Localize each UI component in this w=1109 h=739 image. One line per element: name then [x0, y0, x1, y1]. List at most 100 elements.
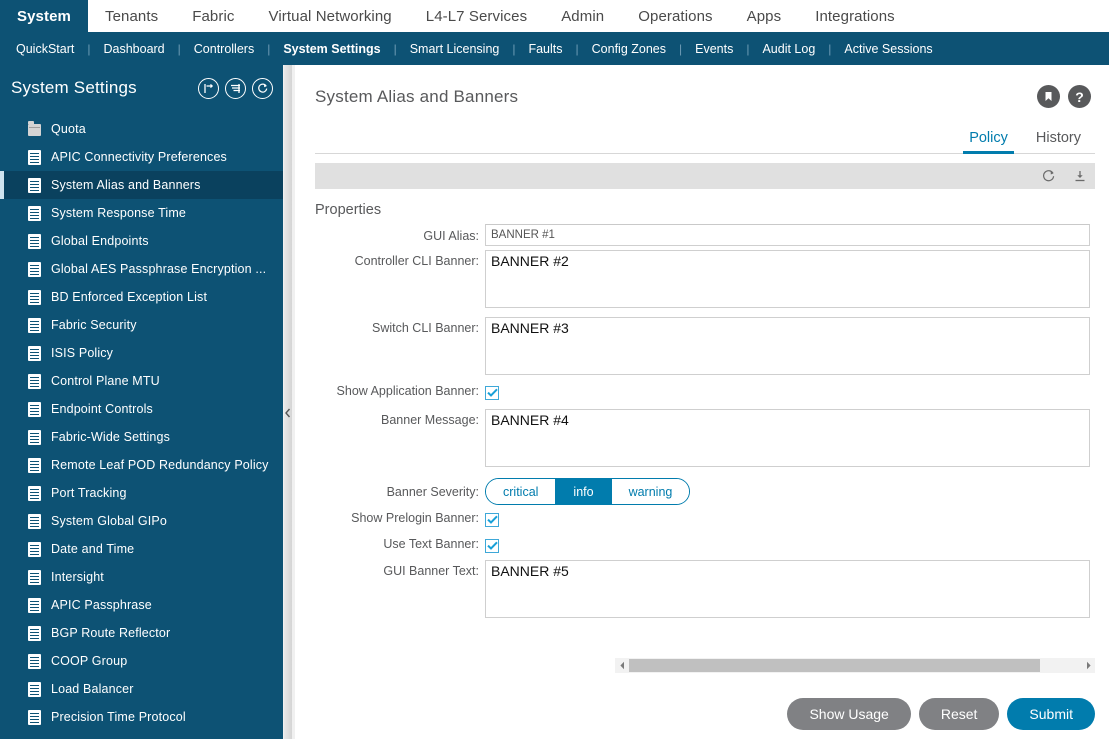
form-row-show-prelogin-banner: Show Prelogin Banner:: [315, 511, 1109, 529]
splitter-collapse-handle-icon[interactable]: [284, 406, 292, 420]
sidebar-item-global-endpoints[interactable]: Global Endpoints: [0, 227, 283, 255]
sidebar-item-apic-passphrase[interactable]: APIC Passphrase: [0, 591, 283, 619]
subnav-item-faults[interactable]: Faults: [526, 42, 564, 56]
show-usage-button[interactable]: Show Usage: [787, 698, 911, 730]
subnav-item-active-sessions[interactable]: Active Sessions: [842, 42, 934, 56]
sidebar-item-endpoint-controls[interactable]: Endpoint Controls: [0, 395, 283, 423]
sidebar-item-system-global-gipo[interactable]: System Global GIPo: [0, 507, 283, 535]
document-icon: [28, 205, 41, 221]
sidebar-item-label: Quota: [51, 122, 86, 136]
subnav-item-events[interactable]: Events: [693, 42, 735, 56]
sidebar-item-intersight[interactable]: Intersight: [0, 563, 283, 591]
topnav-item-l4-l7-services[interactable]: L4-L7 Services: [409, 0, 544, 32]
document-icon: [28, 429, 41, 445]
severity-option-warning[interactable]: warning: [611, 479, 690, 504]
sidebar-item-isis-policy[interactable]: ISIS Policy: [0, 339, 283, 367]
subnav-item-controllers[interactable]: Controllers: [192, 42, 256, 56]
sidebar-item-precision-time-protocol[interactable]: Precision Time Protocol: [0, 703, 283, 731]
document-icon: [28, 345, 41, 361]
sidebar-item-date-and-time[interactable]: Date and Time: [0, 535, 283, 563]
tab-policy[interactable]: Policy: [955, 130, 1022, 154]
show-prelogin-banner-checkbox[interactable]: [485, 512, 499, 527]
topnav-item-operations[interactable]: Operations: [621, 0, 729, 32]
gui-banner-text-textarea[interactable]: [485, 560, 1090, 618]
use-text-banner-checkbox[interactable]: [485, 538, 499, 553]
reset-button[interactable]: Reset: [918, 698, 1000, 730]
subnav-separator: |: [746, 41, 750, 56]
bookmark-icon[interactable]: [1037, 85, 1060, 108]
sidebar-item-system-response-time[interactable]: System Response Time: [0, 199, 283, 227]
subnav-item-smart-licensing[interactable]: Smart Licensing: [408, 42, 502, 56]
sidebar-item-global-aes-passphrase-encryption[interactable]: Global AES Passphrase Encryption ...: [0, 255, 283, 283]
controller-cli-banner-textarea[interactable]: [485, 250, 1090, 308]
properties-title: Properties: [315, 202, 382, 218]
use-text-banner-label: Use Text Banner:: [383, 537, 479, 551]
subnav-separator: |: [87, 41, 91, 56]
splitter-bar: [284, 65, 292, 739]
subnav-item-quickstart[interactable]: QuickStart: [14, 42, 76, 56]
topnav-item-tenants[interactable]: Tenants: [88, 0, 175, 32]
severity-option-info[interactable]: info: [556, 479, 612, 504]
sidebar-item-fabric-security[interactable]: Fabric Security: [0, 311, 283, 339]
sidebar-item-label: Date and Time: [51, 542, 135, 556]
document-icon: [28, 513, 41, 529]
document-icon: [28, 177, 41, 193]
form-row-banner-severity: Banner Severity: critical info warning: [315, 478, 1109, 505]
banner-severity-segmented-control: critical info warning: [485, 478, 691, 505]
topnav-item-admin[interactable]: Admin: [544, 0, 621, 32]
sidebar-item-control-plane-mtu[interactable]: Control Plane MTU: [0, 367, 283, 395]
properties-form: GUI Alias: Controller CLI Banner: Switch…: [315, 224, 1109, 623]
form-row-gui-banner-text: GUI Banner Text:: [315, 560, 1109, 623]
banner-message-textarea[interactable]: [485, 409, 1090, 467]
gui-alias-input[interactable]: [485, 224, 1090, 246]
sidebar-item-load-balancer[interactable]: Load Balancer: [0, 675, 283, 703]
sidebar-item-label: Remote Leaf POD Redundancy Policy: [51, 458, 269, 472]
scroll-right-arrow-icon[interactable]: [1081, 658, 1095, 673]
horizontal-scrollbar[interactable]: [615, 658, 1095, 673]
tab-label: History: [1035, 130, 1081, 146]
topnav-label: Operations: [638, 7, 713, 25]
use-text-banner-field: [485, 537, 1109, 555]
collapse-icon[interactable]: [198, 77, 219, 99]
subnav-item-system-settings[interactable]: System Settings: [281, 42, 382, 56]
show-application-banner-checkbox[interactable]: [485, 385, 499, 400]
topnav-item-system[interactable]: System: [0, 0, 88, 32]
sidebar-item-label: Load Balancer: [51, 682, 134, 696]
topnav-item-integrations[interactable]: Integrations: [798, 0, 912, 32]
sidebar-item-apic-connectivity-preferences[interactable]: APIC Connectivity Preferences: [0, 143, 283, 171]
sidebar-item-fabric-wide-settings[interactable]: Fabric-Wide Settings: [0, 423, 283, 451]
page-title: System Alias and Banners: [315, 87, 519, 106]
topnav-item-fabric[interactable]: Fabric: [175, 0, 251, 32]
sidebar-item-system-alias-and-banners[interactable]: System Alias and Banners: [0, 171, 283, 199]
scrollbar-thumb[interactable]: [629, 659, 1041, 672]
scrollbar-track[interactable]: [629, 659, 1081, 672]
scroll-left-arrow-icon[interactable]: [615, 658, 629, 673]
sidebar-item-coop-group[interactable]: COOP Group: [0, 647, 283, 675]
sidebar-item-port-tracking[interactable]: Port Tracking: [0, 479, 283, 507]
sidebar-item-bd-enforced-exception-list[interactable]: BD Enforced Exception List: [0, 283, 283, 311]
switch-cli-banner-label: Switch CLI Banner:: [372, 321, 479, 335]
refresh-icon[interactable]: [252, 77, 273, 99]
refresh-icon[interactable]: [1041, 169, 1056, 184]
switch-cli-banner-textarea[interactable]: [485, 317, 1090, 375]
sidebar-item-remote-leaf-pod-redundancy-policy[interactable]: Remote Leaf POD Redundancy Policy: [0, 451, 283, 479]
sidebar-item-quota[interactable]: Quota: [0, 115, 283, 143]
submit-button[interactable]: Submit: [1007, 698, 1095, 730]
filter-list-icon[interactable]: [225, 77, 246, 99]
tab-history[interactable]: History: [1022, 130, 1095, 153]
subnav-item-audit-log[interactable]: Audit Log: [760, 42, 817, 56]
subnav-item-dashboard[interactable]: Dashboard: [101, 42, 166, 56]
topnav-item-apps[interactable]: Apps: [730, 0, 799, 32]
sidebar-item-label: Intersight: [51, 570, 104, 584]
sidebar-item-bgp-route-reflector[interactable]: BGP Route Reflector: [0, 619, 283, 647]
severity-option-critical[interactable]: critical: [486, 479, 557, 504]
help-icon[interactable]: ?: [1068, 85, 1091, 108]
download-icon[interactable]: [1072, 169, 1087, 184]
subnav-item-config-zones[interactable]: Config Zones: [590, 42, 668, 56]
sidebar-header-icons: [198, 77, 273, 99]
topnav-item-virtual-networking[interactable]: Virtual Networking: [252, 0, 409, 32]
topnav-label: Apps: [746, 7, 782, 25]
banner-severity-field: critical info warning: [485, 478, 1109, 505]
sidebar-item-label: System Alias and Banners: [51, 178, 201, 192]
sidebar-splitter[interactable]: [283, 65, 295, 739]
